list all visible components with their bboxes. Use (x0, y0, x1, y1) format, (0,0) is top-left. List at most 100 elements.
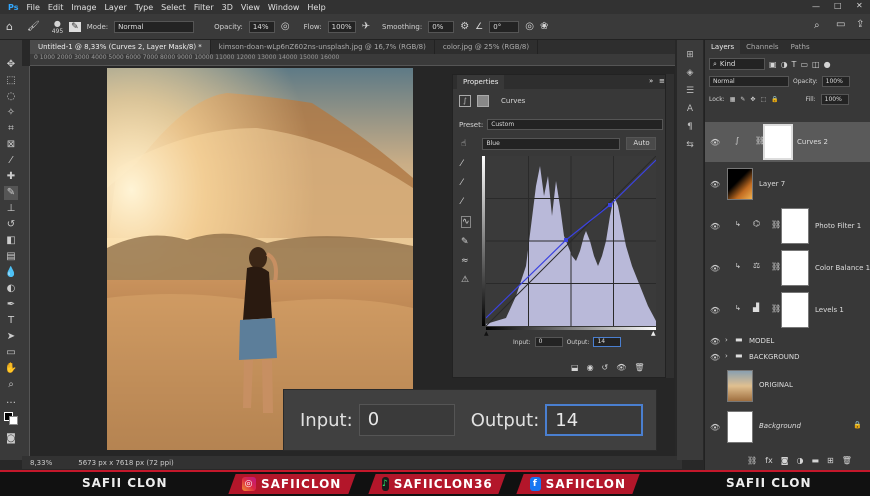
target-adjust-icon[interactable]: ☝ (461, 139, 466, 149)
view-previous-icon[interactable]: ◉ (587, 363, 594, 372)
menu-window[interactable]: Window (264, 3, 304, 12)
visibility-eye-icon[interactable]: 👁 (710, 337, 720, 346)
workspace-icon[interactable]: ▭ (836, 19, 845, 30)
opacity-input[interactable]: 14% (248, 20, 275, 33)
adjustment-filter-icon[interactable]: ◑ (781, 60, 788, 69)
zoom-input-field[interactable]: 0 (358, 404, 455, 436)
output-field[interactable]: 14 (593, 337, 622, 347)
tab-untitled[interactable]: Untitled-1 @ 8,33% (Curves 2, Layer Mask… (30, 40, 211, 54)
visibility-eye-icon[interactable]: 👁 (710, 222, 720, 231)
layer-opacity-input[interactable]: 100% (821, 76, 850, 87)
pen-tool-icon[interactable]: ✒ (4, 298, 18, 312)
clipping-warning-icon[interactable]: ⚠ (461, 275, 471, 285)
quick-select-tool-icon[interactable]: ✧ (4, 106, 18, 120)
white-point-eyedropper-icon[interactable]: ⁄ (461, 197, 471, 207)
new-layer-icon[interactable]: ⊞ (827, 456, 834, 465)
tab-kimson[interactable]: kimson-doan-wLp6nZ602ns-unsplash.jpg @ 1… (211, 40, 435, 54)
angle-input[interactable]: 0° (489, 20, 520, 33)
menu-view[interactable]: View (237, 3, 264, 12)
brush-panel-icon[interactable]: ◈ (687, 68, 694, 78)
menu-3d[interactable]: 3D (218, 3, 237, 12)
properties-panel-icon[interactable]: ☰ (686, 86, 694, 96)
shape-tool-icon[interactable]: ▭ (4, 346, 18, 360)
history-brush-tool-icon[interactable]: ↺ (4, 218, 18, 232)
quick-mask-icon[interactable]: ◙ (4, 432, 18, 446)
home-icon[interactable]: ⌂ (6, 20, 13, 33)
kind-filter-select[interactable]: ⌕ Kind (709, 58, 765, 70)
layer-7[interactable]: 👁 Layer 7 (705, 164, 870, 204)
visibility-eye-icon[interactable]: 👁 (710, 180, 720, 189)
path-select-tool-icon[interactable]: ➤ (4, 330, 18, 344)
link-layers-icon[interactable]: ⛓ (747, 456, 757, 465)
type-filter-icon[interactable]: T (792, 60, 797, 69)
curves-graph[interactable] (485, 155, 657, 327)
lock-position-icon[interactable]: ✥ (750, 96, 755, 103)
group-background[interactable]: 👁 › ▬ BACKGROUND (705, 350, 870, 364)
layer-color-balance-1[interactable]: 👁 ↳ ⚖ ⛓ Color Balance 1 (705, 248, 870, 288)
gradient-tool-icon[interactable]: ▤ (4, 250, 18, 264)
move-tool-icon[interactable]: ✥ (4, 58, 18, 72)
frame-tool-icon[interactable]: ⊠ (4, 138, 18, 152)
ps-logo-icon[interactable]: Ps (4, 3, 22, 12)
expand-chevron-icon[interactable]: › (725, 352, 728, 360)
clone-stamp-tool-icon[interactable]: ⊥ (4, 202, 18, 216)
layer-style-icon[interactable]: fx (765, 456, 773, 465)
maximize-icon[interactable]: □ (834, 1, 842, 10)
visibility-icon[interactable]: 👁 (616, 363, 626, 372)
lasso-tool-icon[interactable]: ◌ (4, 90, 18, 104)
new-group-icon[interactable]: ▬ (811, 456, 819, 465)
properties-scrollbar[interactable] (666, 74, 674, 378)
pixel-filter-icon[interactable]: ▣ (769, 60, 777, 69)
blur-tool-icon[interactable]: 💧 (4, 266, 18, 280)
curves-adjustment-icon[interactable]: ∫ (459, 95, 471, 107)
flow-input[interactable]: 100% (327, 20, 356, 33)
zoom-output-field[interactable]: 14 (545, 404, 644, 436)
menu-select[interactable]: Select (157, 3, 190, 12)
lock-paint-icon[interactable]: ✎ (740, 96, 745, 103)
layer-original[interactable]: ORIGINAL (705, 367, 870, 405)
menu-layer[interactable]: Layer (100, 3, 130, 12)
visibility-eye-icon[interactable]: 👁 (710, 264, 720, 273)
history-panel-icon[interactable]: ⊞ (686, 50, 694, 60)
lock-pixels-icon[interactable]: ▦ (730, 96, 736, 103)
menu-edit[interactable]: Edit (44, 3, 68, 12)
pressure-size-icon[interactable]: ◎ (525, 21, 534, 32)
share-icon[interactable]: ⇪ (856, 19, 864, 30)
tab-channels[interactable]: Channels (740, 40, 784, 54)
shape-filter-icon[interactable]: ▭ (800, 60, 808, 69)
collapse-icon[interactable]: » (649, 77, 653, 85)
black-point-slider[interactable]: ▲ (484, 330, 489, 337)
eyedropper-tool-icon[interactable]: ⁄ (4, 154, 18, 168)
properties-title[interactable]: Properties (457, 75, 505, 89)
search-icon[interactable]: ⌕ (814, 20, 820, 31)
lock-artboard-icon[interactable]: ⬚ (760, 96, 766, 103)
preset-select[interactable]: Custom (487, 119, 664, 130)
panel-menu-icon[interactable]: ≡ (659, 77, 665, 85)
visibility-eye-icon[interactable]: 👁 (710, 423, 720, 432)
menu-file[interactable]: File (22, 3, 43, 12)
pencil-curve-icon[interactable]: ✎ (461, 237, 471, 247)
white-point-slider[interactable]: ▲ (651, 330, 656, 337)
auto-button[interactable]: Auto (626, 137, 657, 150)
filter-toggle-icon[interactable]: ● (824, 60, 831, 69)
lock-all-icon[interactable]: 🔒 (771, 96, 778, 103)
brush-preset-picker[interactable]: ● 495 (52, 19, 63, 35)
brush-tool-active-icon[interactable]: ✎ (4, 186, 18, 200)
eraser-tool-icon[interactable]: ◧ (4, 234, 18, 248)
dodge-tool-icon[interactable]: ◐ (4, 282, 18, 296)
more-tools-icon[interactable]: … (4, 394, 18, 408)
layer-curves-2[interactable]: 👁 ∫ ⛓ Curves 2 (705, 122, 870, 162)
layer-levels-1[interactable]: 👁 ↳ ▟ ⛓ Levels 1 (705, 290, 870, 330)
layer-mask-thumbnail[interactable] (763, 124, 793, 160)
glyphs-panel-icon[interactable]: ⇆ (686, 140, 694, 150)
hand-tool-icon[interactable]: ✋ (4, 362, 18, 376)
smart-filter-icon[interactable]: ◫ (812, 60, 820, 69)
layer-mask-thumbnail[interactable] (781, 208, 809, 244)
smoothing-settings-icon[interactable]: ⚙ (460, 21, 469, 32)
zoom-level[interactable]: 8,33% (30, 459, 52, 467)
mode-select[interactable]: Normal (114, 20, 195, 33)
menu-type[interactable]: Type (131, 3, 157, 12)
visibility-eye-icon[interactable]: 👁 (710, 138, 720, 147)
menu-image[interactable]: Image (67, 3, 100, 12)
symmetry-icon[interactable]: ❀ (540, 21, 548, 32)
